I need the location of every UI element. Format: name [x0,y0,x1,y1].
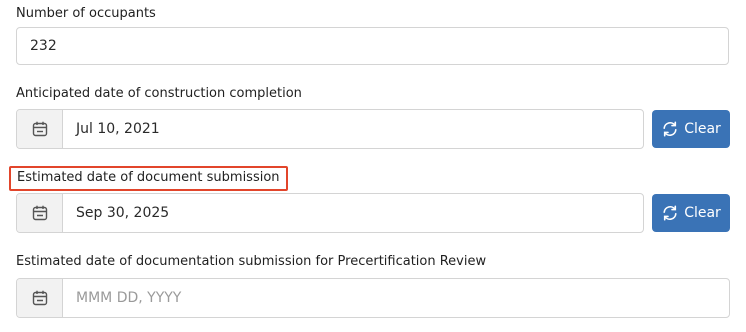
occupants-input[interactable]: 232 [16,27,729,65]
precertification-review-date-input[interactable]: MMM DD, YYYY [63,279,729,317]
refresh-icon [661,204,679,222]
occupants-label: Number of occupants [16,6,156,21]
document-submission-clear-button[interactable]: Clear [652,194,730,232]
clear-button-label: Clear [684,121,721,137]
document-submission-date-input[interactable]: Sep 30, 2025 [63,194,643,232]
construction-completion-label: Anticipated date of construction complet… [16,86,302,101]
calendar-icon[interactable] [17,110,63,148]
clear-button-label: Clear [684,205,721,221]
calendar-icon[interactable] [17,279,63,317]
document-submission-date-field[interactable]: Sep 30, 2025 [16,193,644,233]
precertification-review-date-field[interactable]: MMM DD, YYYY [16,278,730,318]
precertification-review-label: Estimated date of documentation submissi… [16,254,487,269]
calendar-icon[interactable] [17,194,63,232]
construction-completion-clear-button[interactable]: Clear [652,110,730,148]
construction-completion-date-input[interactable]: Jul 10, 2021 [63,110,643,148]
construction-completion-date-field[interactable]: Jul 10, 2021 [16,109,644,149]
document-submission-label: Estimated date of document submission [9,166,288,191]
refresh-icon [661,120,679,138]
